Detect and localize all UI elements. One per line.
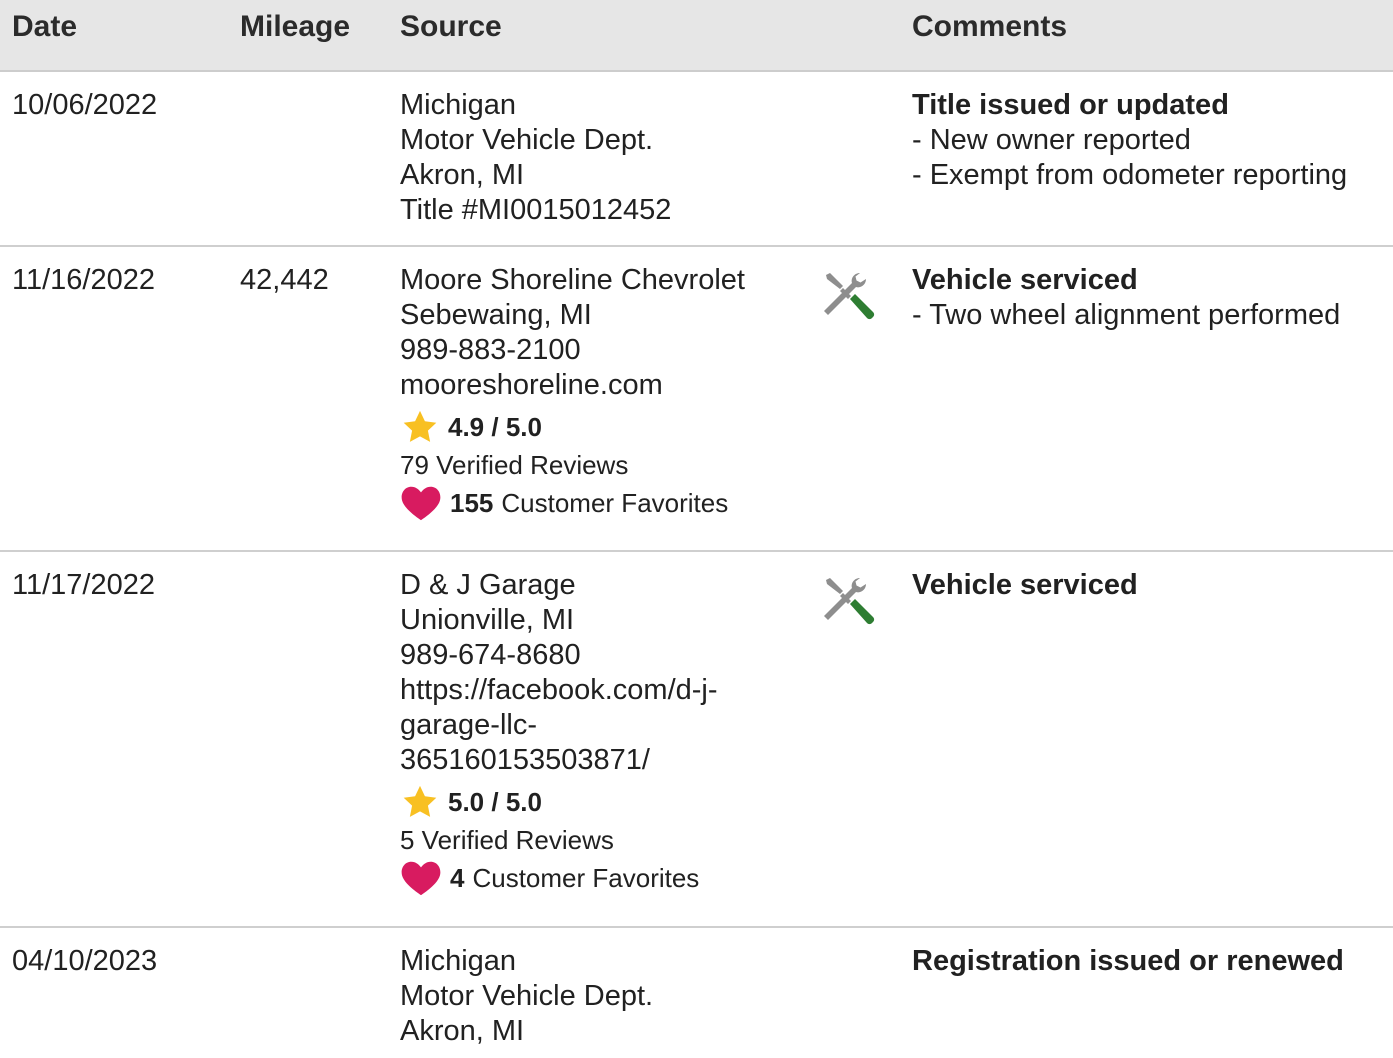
comment-line: - New owner reported <box>912 124 1191 156</box>
row-date: 11/16/2022 <box>12 264 155 296</box>
comment-line: - Exempt from odometer reporting <box>912 159 1348 191</box>
row-comments: Registration issued or renewed <box>912 944 1392 979</box>
column-header-comments: Comments <box>912 10 1068 43</box>
favorites-count: 4 <box>450 862 465 893</box>
rating-value: 4.9 / 5.0 <box>448 411 542 442</box>
verified-reviews-link[interactable]: 5 Verified Reviews <box>400 822 800 858</box>
source-location: Sebewaing, MI <box>400 299 592 331</box>
source-name: Michigan <box>400 89 517 121</box>
comment-title: Vehicle serviced <box>912 264 1138 296</box>
source-title-number: Title #MI0015012452 <box>400 194 672 226</box>
row-comments: Title issued or updated - New owner repo… <box>912 88 1392 193</box>
rating-value: 5.0 / 5.0 <box>448 786 542 817</box>
rating: 4.9 / 5.0 <box>400 407 800 447</box>
row-date: 10/06/2022 <box>12 89 158 121</box>
row-mileage: 42,442 <box>240 264 329 296</box>
source-line: Motor Vehicle Dept. <box>400 980 654 1012</box>
favorites-label: Customer Favorites <box>472 862 700 893</box>
row-source: D & J Garage Unionville, MI 989-674-8680… <box>400 568 800 898</box>
star-icon <box>400 408 440 446</box>
service-tools-icon <box>820 269 878 327</box>
source-phone[interactable]: 989-674-8680 <box>400 638 800 673</box>
row-source: Michigan Motor Vehicle Dept. Akron, MI <box>400 944 800 1049</box>
source-website-link[interactable]: mooreshoreline.com <box>400 368 800 403</box>
row-comments: Vehicle serviced <box>912 568 1392 603</box>
rating: 5.0 / 5.0 <box>400 782 800 822</box>
source-website-link[interactable]: garage-llc- <box>400 708 800 743</box>
heart-icon <box>400 860 442 896</box>
source-website-link[interactable]: 365160153503871/ <box>400 743 800 778</box>
source-name: Michigan <box>400 945 517 977</box>
source-location: Akron, MI <box>400 159 525 191</box>
column-header-mileage: Mileage <box>240 10 351 43</box>
favorites-label: Customer Favorites <box>501 487 729 518</box>
row-source: Michigan Motor Vehicle Dept. Akron, MI T… <box>400 88 800 228</box>
vehicle-history-table: Date Mileage Source Comments 10/06/2022 … <box>0 0 1393 1058</box>
customer-favorites: 4 Customer Favorites <box>400 858 800 898</box>
row-comments: Vehicle serviced - Two wheel alignment p… <box>912 263 1392 333</box>
source-line: Motor Vehicle Dept. <box>400 124 654 156</box>
row-date: 04/10/2023 <box>12 945 158 977</box>
source-phone[interactable]: 989-883-2100 <box>400 333 800 368</box>
source-name: Moore Shoreline Chevrolet <box>400 264 745 296</box>
source-name: D & J Garage <box>400 569 576 601</box>
row-date: 11/17/2022 <box>12 569 155 601</box>
service-tools-icon <box>820 574 878 632</box>
verified-reviews-link[interactable]: 79 Verified Reviews <box>400 447 800 483</box>
table-row: 10/06/2022 Michigan Motor Vehicle Dept. … <box>0 72 1393 247</box>
table-row: 04/10/2023 Michigan Motor Vehicle Dept. … <box>0 928 1393 1058</box>
comment-title: Vehicle serviced <box>912 569 1138 601</box>
customer-favorites: 155 Customer Favorites <box>400 483 800 523</box>
column-header-source: Source <box>400 10 502 43</box>
source-location: Unionville, MI <box>400 604 575 636</box>
source-website-link[interactable]: https://facebook.com/d-j- <box>400 673 800 708</box>
comment-title: Title issued or updated <box>912 89 1229 121</box>
table-header: Date Mileage Source Comments <box>0 0 1393 72</box>
favorites-count: 155 <box>450 487 494 518</box>
column-header-date: Date <box>12 10 78 43</box>
source-location: Akron, MI <box>400 1015 525 1047</box>
heart-icon <box>400 485 442 521</box>
star-icon <box>400 783 440 821</box>
table-row: 11/17/2022 D & J Garage Unionville, MI 9… <box>0 552 1393 928</box>
table-row: 11/16/2022 42,442 Moore Shoreline Chevro… <box>0 247 1393 552</box>
comment-line: - Two wheel alignment performed <box>912 299 1341 331</box>
row-source: Moore Shoreline Chevrolet Sebewaing, MI … <box>400 263 800 523</box>
comment-title: Registration issued or renewed <box>912 945 1344 977</box>
